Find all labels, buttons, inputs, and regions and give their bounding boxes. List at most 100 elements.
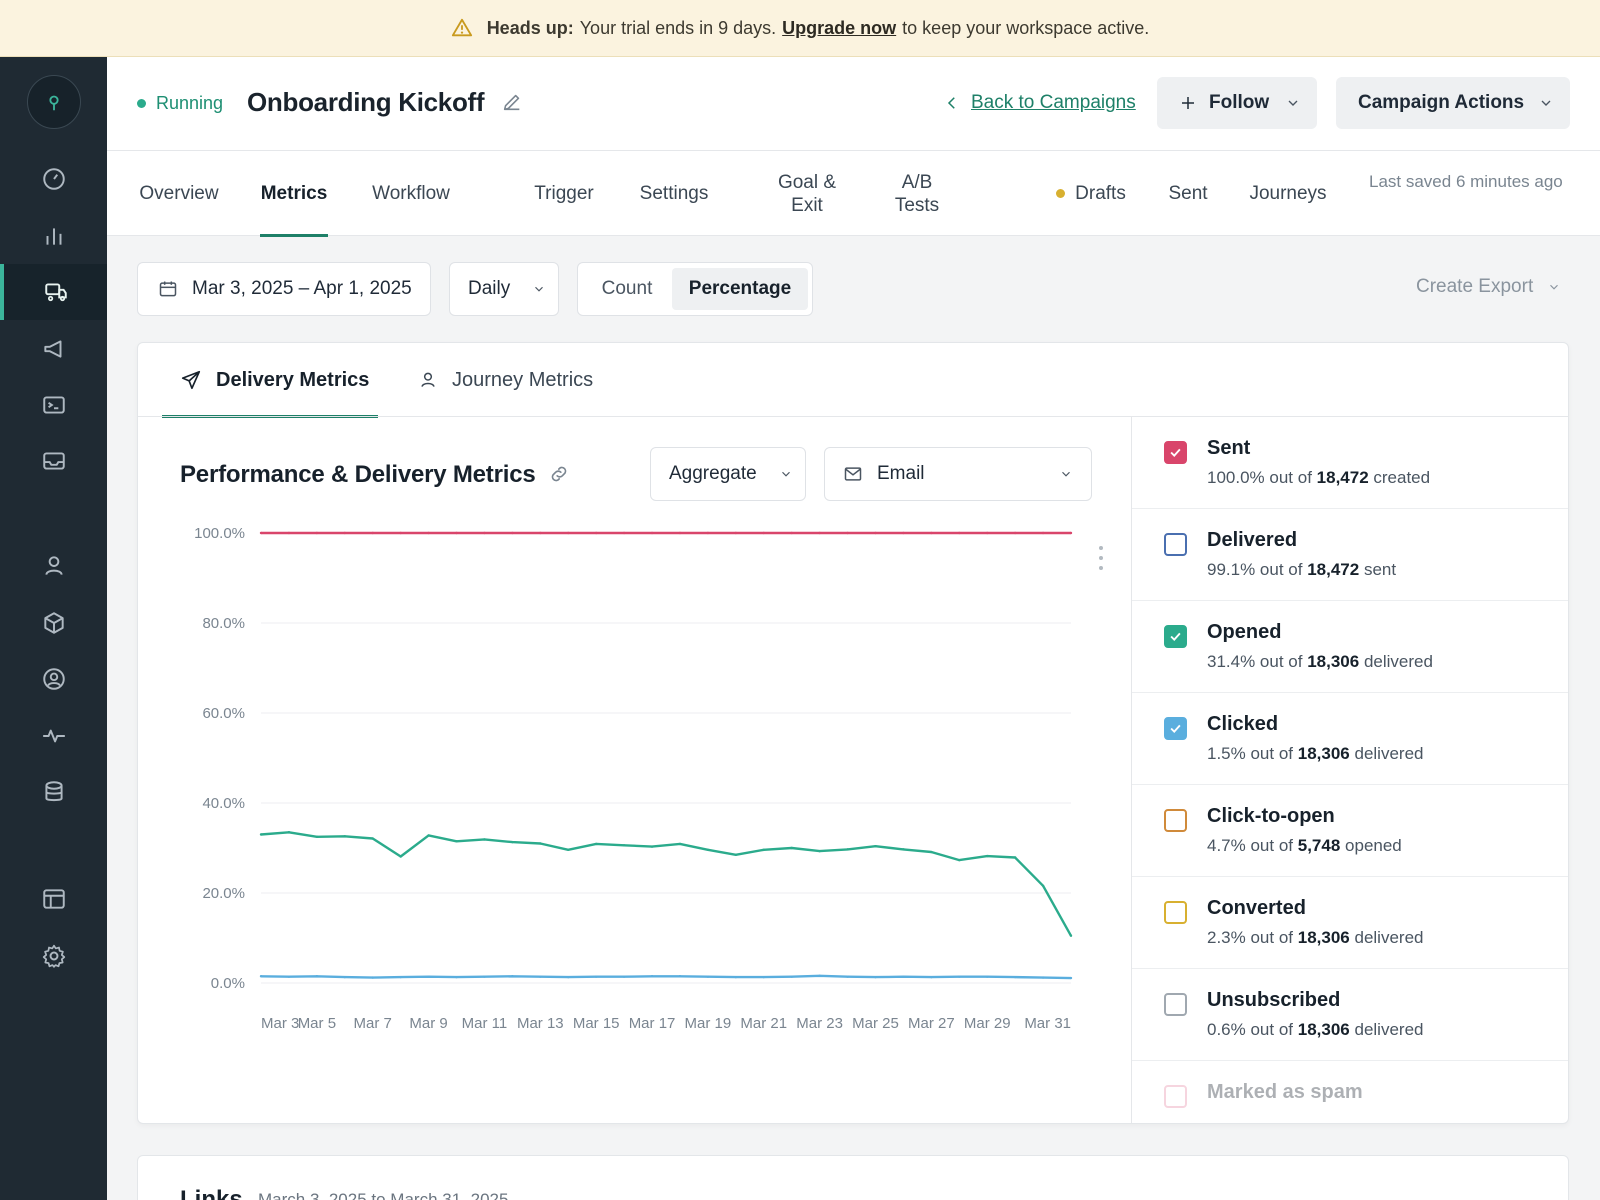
data-point: [790, 846, 793, 850]
y-tick-label: 0.0%: [211, 975, 245, 992]
sidebar-item-campaigns[interactable]: [0, 264, 107, 320]
legend-item[interactable]: Unsubscribed 0.6% out of 18,306 delivered: [1132, 969, 1568, 1061]
x-tick-label: Mar 3: [261, 1015, 299, 1032]
count-option[interactable]: Count: [584, 268, 670, 310]
tab-delivery-metrics[interactable]: Delivery Metrics: [162, 343, 378, 418]
tab-drafts[interactable]: Drafts: [1047, 151, 1135, 236]
gear-icon: [42, 944, 65, 968]
chevron-down-icon: [1550, 284, 1559, 290]
megaphone-icon: [43, 340, 61, 358]
legend-description: 100.0% out of 18,472 created: [1207, 468, 1430, 488]
sidebar-item-people[interactable]: [0, 538, 107, 594]
data-point: [846, 848, 849, 851]
legend-checkbox[interactable]: [1164, 809, 1187, 832]
tab-settings[interactable]: Settings: [636, 151, 712, 236]
legend-name: Marked as spam: [1207, 1081, 1363, 1103]
legend-checkbox[interactable]: [1164, 533, 1187, 556]
data-point: [874, 845, 877, 848]
aggregate-select[interactable]: Aggregate: [650, 447, 806, 501]
data-point: [902, 531, 905, 535]
metrics-legend: Sent 100.0% out of 18,472 created Delivere…: [1131, 417, 1568, 1123]
tab-ab-line1: A/B: [901, 171, 933, 193]
more-options-icon[interactable]: [1098, 545, 1104, 571]
pencil-icon[interactable]: [501, 91, 523, 113]
tab-sent[interactable]: Sent: [1165, 151, 1211, 236]
sidebar-item-broadcasts[interactable]: [0, 321, 107, 377]
follow-button[interactable]: Follow: [1157, 77, 1317, 129]
tab-workflow[interactable]: Workflow: [368, 151, 454, 236]
chart-title: Performance & Delivery Metrics: [180, 461, 536, 488]
sidebar-item-analytics[interactable]: [0, 208, 107, 264]
data-point: [511, 531, 514, 535]
data-point: [762, 975, 765, 979]
x-tick-label: Mar 17: [629, 1015, 676, 1032]
legend-description: 0.6% out of 18,306 delivered: [1207, 1020, 1423, 1040]
legend-item[interactable]: Converted 2.3% out of 18,306 delivered: [1132, 877, 1568, 969]
legend-checkbox[interactable]: [1164, 901, 1187, 924]
legend-checkbox[interactable]: [1164, 441, 1187, 464]
legend-checkbox[interactable]: [1164, 625, 1187, 648]
tab-goal-line1: Goal &: [777, 171, 837, 193]
campaign-actions-button[interactable]: Campaign Actions: [1336, 77, 1570, 129]
tab-overview[interactable]: Overview: [137, 151, 221, 236]
data-point: [1013, 856, 1017, 859]
legend-item[interactable]: Delivered 99.1% out of 18,472 sent: [1132, 509, 1568, 601]
app-logo[interactable]: [27, 75, 81, 129]
date-range-picker[interactable]: Mar 3, 2025 – Apr 1, 2025: [137, 262, 431, 316]
sidebar-item-settings[interactable]: [0, 928, 107, 984]
sidebar-item-activity[interactable]: [0, 708, 107, 764]
sidebar-item-inbox[interactable]: [0, 433, 107, 489]
sidebar-item-transactional[interactable]: [0, 377, 107, 433]
interval-select[interactable]: Daily: [449, 262, 559, 316]
data-point: [427, 834, 430, 837]
data-point: [958, 531, 961, 535]
chevron-down-icon: [781, 471, 790, 477]
sidebar-item-dashboard[interactable]: [0, 151, 107, 207]
chevron-down-icon: [1541, 100, 1551, 106]
chevron-down-icon: [1062, 471, 1070, 477]
data-point: [511, 975, 514, 978]
legend-pct: 100.0% out of: [1207, 468, 1312, 487]
percentage-option[interactable]: Percentage: [672, 268, 808, 310]
legend-name: Converted: [1207, 897, 1306, 919]
sidebar-item-layout[interactable]: [0, 871, 107, 927]
legend-checkbox[interactable]: [1164, 717, 1187, 740]
back-to-campaigns-link[interactable]: Back to Campaigns: [943, 92, 1136, 114]
data-point: [734, 853, 738, 856]
upgrade-link[interactable]: Upgrade now: [782, 18, 896, 39]
legend-item[interactable]: Click-to-open 4.7% out of 5,748 opened: [1132, 785, 1568, 877]
tab-goal-exit[interactable]: Goal & Exit: [757, 151, 857, 236]
aggregate-label: Aggregate: [669, 463, 757, 484]
send-icon: [181, 370, 201, 390]
tab-metrics[interactable]: Metrics: [260, 151, 328, 237]
tab-journey-metrics[interactable]: Journey Metrics: [418, 343, 618, 417]
sidebar-item-account[interactable]: [0, 651, 107, 707]
data-point: [539, 531, 542, 535]
legend-checkbox[interactable]: [1164, 1085, 1187, 1108]
channel-select[interactable]: Email: [824, 447, 1092, 501]
legend-item[interactable]: Sent 100.0% out of 18,472 created: [1132, 417, 1568, 509]
sidebar-item-objects[interactable]: [0, 595, 107, 651]
gauge-icon: [42, 168, 65, 190]
legend-name: Sent: [1207, 437, 1251, 459]
tab-ab-tests[interactable]: A/B Tests: [887, 151, 947, 236]
data-point: [315, 975, 319, 978]
leaf-logo-icon: [49, 95, 59, 111]
data-point: [818, 974, 821, 977]
legend-item[interactable]: Marked as spam: [1132, 1061, 1568, 1123]
legend-checkbox[interactable]: [1164, 993, 1187, 1016]
tab-trigger[interactable]: Trigger: [531, 151, 597, 236]
tab-journeys[interactable]: Journeys: [1245, 151, 1331, 236]
y-tick-label: 20.0%: [202, 885, 245, 902]
tab-ab-line2: Tests: [894, 194, 940, 216]
data-point: [818, 849, 821, 853]
create-export-button[interactable]: Create Export: [1416, 276, 1561, 298]
chevron-down-icon: [1288, 100, 1298, 106]
legend-item[interactable]: Opened 31.4% out of 18,306 delivered: [1132, 601, 1568, 693]
tab-drafts-label: Drafts: [1075, 183, 1126, 204]
legend-item[interactable]: Clicked 1.5% out of 18,306 delivered: [1132, 693, 1568, 785]
sidebar-item-data[interactable]: [0, 764, 107, 820]
link-icon[interactable]: [548, 463, 570, 485]
data-point: [427, 975, 430, 978]
layout-icon: [42, 889, 65, 909]
